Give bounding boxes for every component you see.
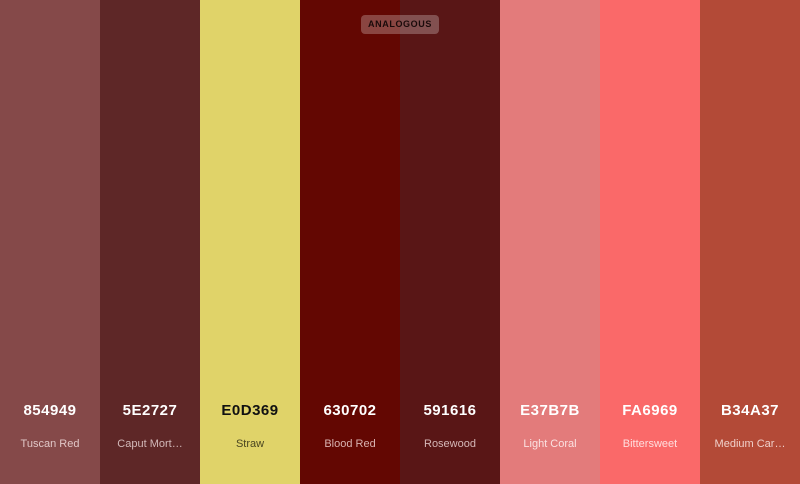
- scheme-type-badge[interactable]: ANALOGOUS: [361, 15, 439, 34]
- swatch-6[interactable]: E37B7B Light Coral: [500, 0, 600, 484]
- color-name: Tuscan Red: [20, 438, 80, 450]
- hex-code[interactable]: B34A37: [700, 402, 800, 419]
- swatch-3[interactable]: E0D369 Straw: [200, 0, 300, 484]
- color-name: Blood Red: [324, 438, 376, 450]
- color-palette: 854949 Tuscan Red 5E2727 Caput Mort… E0D…: [0, 0, 800, 484]
- swatch-2[interactable]: 5E2727 Caput Mort…: [100, 0, 200, 484]
- color-name: Light Coral: [523, 438, 577, 450]
- color-name: Caput Mort…: [117, 438, 183, 450]
- swatch-8[interactable]: B34A37 Medium Car…: [700, 0, 800, 484]
- color-name: Rosewood: [424, 438, 476, 450]
- hex-code[interactable]: 630702: [300, 402, 400, 419]
- hex-code[interactable]: E0D369: [200, 402, 300, 419]
- swatch-1[interactable]: 854949 Tuscan Red: [0, 0, 100, 484]
- swatch-5[interactable]: 591616 Rosewood: [400, 0, 500, 484]
- hex-code[interactable]: 5E2727: [100, 402, 200, 419]
- color-name: Straw: [235, 438, 265, 450]
- hex-code[interactable]: E37B7B: [500, 402, 600, 419]
- hex-code[interactable]: FA6969: [600, 402, 700, 419]
- color-name: Medium Car…: [714, 438, 786, 450]
- swatch-4[interactable]: 630702 Blood Red: [300, 0, 400, 484]
- hex-code[interactable]: 591616: [400, 402, 500, 419]
- swatch-7[interactable]: FA6969 Bittersweet: [600, 0, 700, 484]
- color-name: Bittersweet: [622, 438, 678, 450]
- hex-code[interactable]: 854949: [0, 402, 100, 419]
